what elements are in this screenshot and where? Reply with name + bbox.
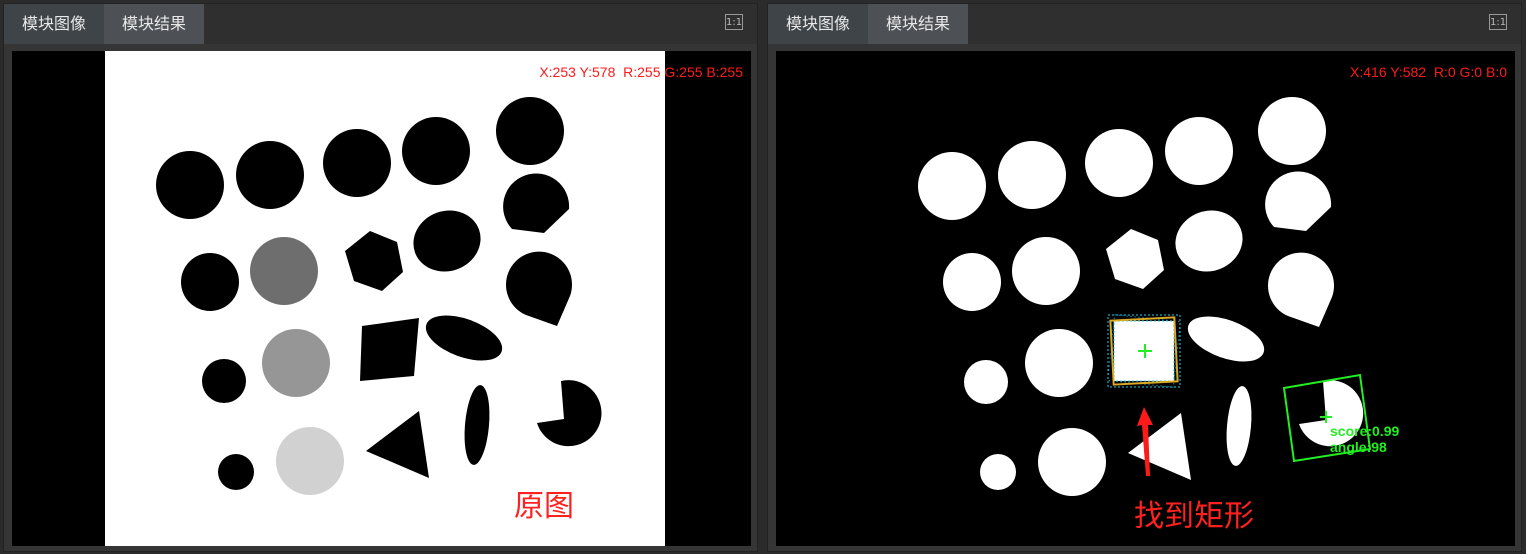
left-one-to-one-button[interactable]: 1:1 [725, 14, 743, 30]
left-tab-module-result[interactable]: 模块结果 [104, 4, 204, 44]
left-panel: 模块图像 模块结果 1:1 X:253 Y:578 R:255 G:255 B:… [3, 3, 758, 552]
right-panel: 模块图像 模块结果 1:1 X:416 Y:582 R:0 G:0 B:0 sc… [767, 3, 1522, 552]
right-tab-bar: 模块图像 模块结果 1:1 [768, 4, 1521, 44]
match-score-label: score:0.99 [1330, 423, 1400, 439]
left-tab-bar: 模块图像 模块结果 1:1 [4, 4, 757, 44]
result-image [918, 97, 1372, 496]
left-image-viewer[interactable]: X:253 Y:578 R:255 G:255 B:255 原图 [12, 51, 751, 546]
right-image-viewer[interactable]: X:416 Y:582 R:0 G:0 B:0 score:0.99 angle… [776, 51, 1515, 546]
right-pixel-readout: X:416 Y:582 R:0 G:0 B:0 [1350, 64, 1507, 80]
matched-square-group [1107, 314, 1181, 388]
found-rectangle-caption: 找到矩形 [1134, 499, 1254, 534]
right-one-to-one-button[interactable]: 1:1 [1489, 14, 1507, 30]
right-tab-module-image[interactable]: 模块图像 [768, 4, 868, 44]
original-image-caption: 原图 [514, 489, 574, 524]
source-image [105, 51, 665, 546]
right-tab-module-result[interactable]: 模块结果 [868, 4, 968, 44]
left-tab-module-image[interactable]: 模块图像 [4, 4, 104, 44]
left-pixel-readout: X:253 Y:578 R:255 G:255 B:255 [539, 64, 743, 80]
match-angle-label: angle:98 [1330, 439, 1387, 455]
